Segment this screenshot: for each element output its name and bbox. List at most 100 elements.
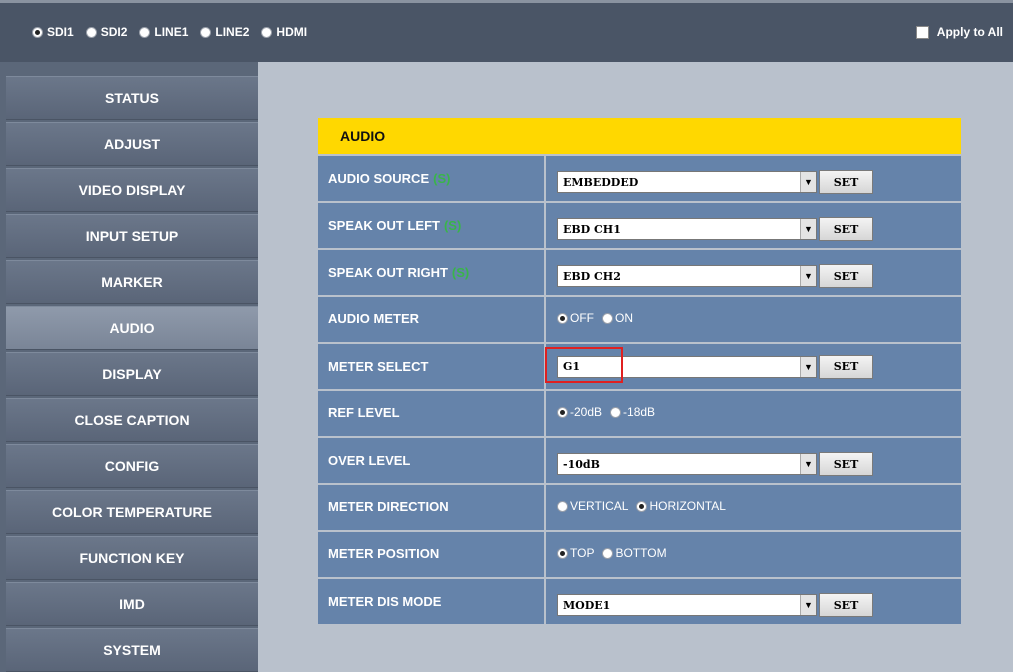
- sidebar-item-video-display[interactable]: VIDEO DISPLAY: [6, 168, 258, 212]
- select-group: EMBEDDED ▼ SET: [557, 170, 873, 194]
- ref-level-radio-group: -20dB -18dB: [557, 405, 663, 419]
- apply-to-all-checkbox[interactable]: Apply to All: [915, 25, 1003, 39]
- audio-source-set-button[interactable]: SET: [819, 170, 873, 194]
- meter-select-label: METER SELECT: [328, 359, 429, 374]
- source-sdi2-radio[interactable]: SDI2: [85, 25, 127, 39]
- sidebar-item-display[interactable]: DISPLAY: [6, 352, 258, 396]
- dropdown-arrow-icon[interactable]: ▼: [800, 454, 816, 474]
- panel-title: AUDIO: [318, 118, 961, 154]
- radio-label: HORIZONTAL: [649, 499, 726, 513]
- s-tag: (S): [443, 218, 462, 233]
- s-tag: (S): [451, 265, 470, 280]
- settings-row-audio-meter: AUDIO METER OFF ON: [318, 295, 961, 342]
- settings-row-meter-select: METER SELECT G1 ▼ SET: [318, 342, 961, 389]
- sidebar-item-marker[interactable]: MARKER: [6, 260, 258, 304]
- radio-selected-icon: [636, 500, 648, 512]
- row-value: VERTICAL HORIZONTAL: [546, 485, 961, 530]
- audio-meter-off-radio[interactable]: OFF: [557, 311, 594, 325]
- radio-icon: [602, 312, 613, 324]
- row-label: METER DIRECTION: [318, 485, 546, 530]
- ref-level-18db-radio[interactable]: -18dB: [610, 405, 655, 419]
- select-value: EMBEDDED: [563, 175, 639, 189]
- source-hdmi-radio[interactable]: HDMI: [261, 25, 307, 39]
- speak-out-right-set-button[interactable]: SET: [819, 264, 873, 288]
- row-label: AUDIO METER: [318, 297, 546, 342]
- row-value: OFF ON: [546, 297, 961, 342]
- dropdown-arrow-icon[interactable]: ▼: [800, 266, 816, 286]
- meter-select-set-button[interactable]: SET: [819, 354, 873, 379]
- source-label: LINE1: [154, 25, 189, 39]
- radio-icon: [610, 406, 622, 418]
- meter-dis-mode-set-button[interactable]: SET: [819, 593, 873, 617]
- row-value: EMBEDDED ▼ SET: [546, 156, 961, 201]
- meter-direction-label: METER DIRECTION: [328, 499, 449, 514]
- radio-selected-icon: [32, 26, 43, 38]
- source-line1-radio[interactable]: LINE1: [139, 25, 188, 39]
- row-label: REF LEVEL: [318, 391, 546, 436]
- dropdown-arrow-icon[interactable]: ▼: [800, 595, 816, 615]
- sidebar-item-system[interactable]: SYSTEM: [6, 628, 258, 672]
- meter-dis-mode-label: METER DIS MODE: [328, 594, 442, 609]
- radio-icon: [85, 26, 97, 38]
- speak-out-left-label: SPEAK OUT LEFT: [328, 218, 440, 233]
- select-value: G1: [563, 360, 581, 373]
- settings-row-audio-source: AUDIO SOURCE (S) EMBEDDED ▼ SET: [318, 154, 961, 201]
- audio-source-label: AUDIO SOURCE: [328, 171, 430, 186]
- meter-select-select[interactable]: G1 ▼: [557, 355, 817, 378]
- sidebar-item-adjust[interactable]: ADJUST: [6, 122, 258, 166]
- ref-level-20db-radio[interactable]: -20dB: [557, 405, 602, 419]
- meter-position-top-radio[interactable]: TOP: [557, 546, 594, 560]
- settings-row-speak-out-left: SPEAK OUT LEFT (S) EBD CH1 ▼ SET: [318, 201, 961, 248]
- audio-source-select[interactable]: EMBEDDED ▼: [557, 171, 817, 193]
- sidebar-item-imd[interactable]: IMD: [6, 582, 258, 626]
- audio-settings-panel: AUDIO AUDIO SOURCE (S) EMBEDDED ▼ SET SP: [318, 118, 961, 624]
- meter-direction-horizontal-radio[interactable]: HORIZONTAL: [636, 499, 726, 513]
- sidebar-item-config[interactable]: CONFIG: [6, 444, 258, 488]
- dropdown-arrow-icon[interactable]: ▼: [800, 219, 816, 239]
- over-level-label: OVER LEVEL: [328, 453, 411, 468]
- sidebar-item-function-key[interactable]: FUNCTION KEY: [6, 536, 258, 580]
- settings-row-meter-dis-mode: METER DIS MODE MODE1 ▼ SET: [318, 577, 961, 624]
- speak-out-left-select[interactable]: EBD CH1 ▼: [557, 218, 817, 240]
- source-label: LINE2: [215, 25, 250, 39]
- s-tag: (S): [433, 171, 451, 186]
- source-line2-radio[interactable]: LINE2: [200, 25, 249, 39]
- row-label: OVER LEVEL: [318, 438, 546, 483]
- select-group: MODE1 ▼ SET: [557, 593, 873, 617]
- speak-out-left-set-button[interactable]: SET: [819, 217, 873, 241]
- row-value: -10dB ▼ SET: [546, 438, 961, 483]
- over-level-select[interactable]: -10dB ▼: [557, 453, 817, 475]
- sidebar-item-status[interactable]: STATUS: [6, 76, 258, 120]
- row-value: TOP BOTTOM: [546, 532, 961, 577]
- input-source-group: SDI1 SDI2 LINE1 LINE2 HDMI: [32, 25, 319, 39]
- meter-position-bottom-radio[interactable]: BOTTOM: [602, 546, 667, 560]
- select-value: EBD CH1: [563, 222, 621, 236]
- meter-position-label: METER POSITION: [328, 546, 440, 561]
- select-value: EBD CH2: [563, 269, 621, 283]
- dropdown-arrow-icon[interactable]: ▼: [800, 172, 816, 192]
- row-label: METER SELECT: [318, 344, 546, 389]
- radio-icon: [261, 26, 273, 38]
- audio-meter-on-radio[interactable]: ON: [602, 311, 633, 325]
- sidebar-item-color-temperature[interactable]: COLOR TEMPERATURE: [6, 490, 258, 534]
- over-level-set-button[interactable]: SET: [819, 452, 873, 476]
- radio-label: TOP: [570, 546, 595, 560]
- radio-selected-icon: [557, 406, 568, 418]
- dropdown-arrow-icon[interactable]: ▼: [800, 356, 816, 377]
- select-group: EBD CH2 ▼ SET: [557, 264, 873, 288]
- select-value: MODE1: [563, 598, 611, 612]
- sidebar-item-audio[interactable]: AUDIO: [6, 306, 258, 350]
- sidebar-item-close-caption[interactable]: CLOSE CAPTION: [6, 398, 258, 442]
- source-sdi1-radio[interactable]: SDI1: [32, 25, 74, 39]
- speak-out-right-select[interactable]: EBD CH2 ▼: [557, 265, 817, 287]
- meter-direction-vertical-radio[interactable]: VERTICAL: [557, 499, 628, 513]
- select-group: EBD CH1 ▼ SET: [557, 217, 873, 241]
- sidebar-item-input-setup[interactable]: INPUT SETUP: [6, 214, 258, 258]
- checkbox-icon: [915, 25, 929, 39]
- settings-row-speak-out-right: SPEAK OUT RIGHT (S) EBD CH2 ▼ SET: [318, 248, 961, 295]
- meter-dis-mode-select[interactable]: MODE1 ▼: [557, 594, 817, 616]
- radio-selected-icon: [557, 312, 568, 324]
- row-value: EBD CH2 ▼ SET: [546, 250, 961, 295]
- radio-selected-icon: [557, 547, 568, 559]
- select-value: -10dB: [563, 457, 600, 471]
